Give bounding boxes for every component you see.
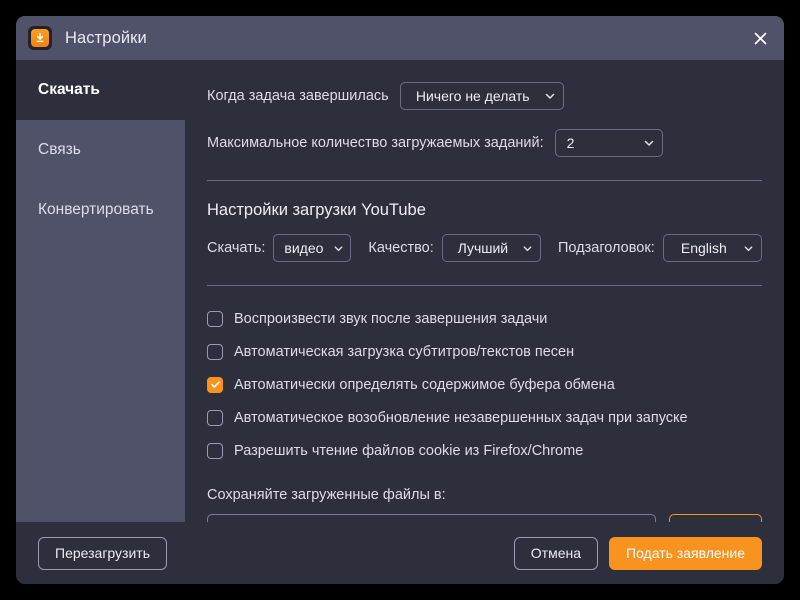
title-bar: Настройки	[16, 16, 784, 60]
chevron-down-icon	[643, 137, 655, 149]
youtube-quality-label: Качество:	[368, 240, 434, 256]
divider-top	[207, 180, 762, 181]
footer-right-group: Отмена Подать заявление	[513, 536, 762, 570]
checkbox-box	[207, 376, 223, 393]
chevron-down-icon	[743, 243, 754, 254]
task-finished-value: Ничего не делать	[415, 88, 530, 104]
checkbox-box	[207, 310, 223, 327]
sidebar-item-download[interactable]: Скачать	[16, 60, 185, 120]
task-finished-row: Когда задача завершилась Ничего не делат…	[207, 82, 762, 110]
chevron-down-icon	[522, 243, 533, 254]
sidebar-item-label: Конвертировать	[38, 201, 154, 218]
settings-panel: Когда задача завершилась Ничего не делат…	[185, 60, 784, 545]
max-tasks-select[interactable]: 2	[554, 129, 663, 157]
checkbox-box	[207, 409, 223, 426]
window-title: Настройки	[65, 28, 147, 47]
checkbox-box	[207, 442, 223, 459]
settings-window: Настройки Скачать Связь Конвертировать К…	[16, 16, 784, 584]
checkbox-clipboard-detect[interactable]: Автоматически определять содержимое буфе…	[207, 374, 762, 395]
sidebar: Скачать Связь Конвертировать	[16, 60, 185, 522]
youtube-download-select[interactable]: видео	[273, 234, 352, 262]
window-body: Скачать Связь Конвертировать Когда задач…	[16, 60, 784, 545]
footer-bar: Перезагрузить Отмена Подать заявление	[16, 522, 784, 584]
max-tasks-row: Максимальное количество загружаемых зада…	[207, 129, 762, 157]
checkbox-read-cookies[interactable]: Разрешить чтение файлов cookie из Firefo…	[207, 440, 762, 461]
task-finished-label: Когда задача завершилась	[207, 88, 389, 104]
checkbox-label: Воспроизвести звук после завершения зада…	[234, 310, 548, 327]
youtube-options-row: Скачать: видео Качество: Лучший Подзагол…	[207, 234, 762, 262]
cancel-button[interactable]: Отмена	[513, 536, 599, 570]
checkbox-label: Автоматически определять содержимое буфе…	[234, 376, 615, 393]
close-icon[interactable]	[742, 20, 778, 56]
sidebar-item-connection[interactable]: Связь	[16, 120, 185, 180]
youtube-quality-value: Лучший	[457, 240, 509, 256]
download-app-icon	[28, 26, 52, 50]
checkbox-box	[207, 343, 223, 360]
checkbox-auto-subtitles[interactable]: Автоматическая загрузка субтитров/тексто…	[207, 341, 762, 362]
youtube-section-heading: Настройки загрузки YouTube	[207, 201, 426, 219]
checkbox-label: Автоматическая загрузка субтитров/тексто…	[234, 343, 575, 360]
chevron-down-icon	[333, 243, 344, 254]
youtube-subtitle-select[interactable]: English	[662, 234, 762, 262]
max-tasks-value: 2	[566, 135, 575, 151]
youtube-download-value: видео	[284, 240, 324, 256]
apply-button[interactable]: Подать заявление	[609, 536, 762, 570]
save-path-label: Сохраняйте загруженные файлы в:	[207, 487, 446, 503]
youtube-subtitle-label: Подзаголовок:	[558, 240, 655, 256]
sidebar-item-label: Связь	[38, 141, 81, 158]
youtube-quality-select[interactable]: Лучший	[441, 234, 541, 262]
checkbox-label: Автоматическое возобновление незавершенн…	[234, 409, 688, 426]
max-tasks-label: Максимальное количество загружаемых зада…	[207, 135, 544, 151]
checkbox-auto-resume[interactable]: Автоматическое возобновление незавершенн…	[207, 407, 762, 428]
reset-button[interactable]: Перезагрузить	[38, 536, 167, 570]
checkbox-group: Воспроизвести звук после завершения зада…	[207, 308, 762, 461]
youtube-subtitle-value: English	[680, 240, 727, 256]
sidebar-item-label: Скачать	[38, 81, 100, 98]
task-finished-select[interactable]: Ничего не делать	[399, 82, 564, 110]
sidebar-item-convert[interactable]: Конвертировать	[16, 180, 185, 240]
youtube-download-label: Скачать:	[207, 240, 266, 256]
checkbox-play-sound[interactable]: Воспроизвести звук после завершения зада…	[207, 308, 762, 329]
checkbox-label: Разрешить чтение файлов cookie из Firefo…	[234, 442, 584, 459]
divider-middle	[207, 285, 762, 286]
chevron-down-icon	[544, 90, 556, 102]
